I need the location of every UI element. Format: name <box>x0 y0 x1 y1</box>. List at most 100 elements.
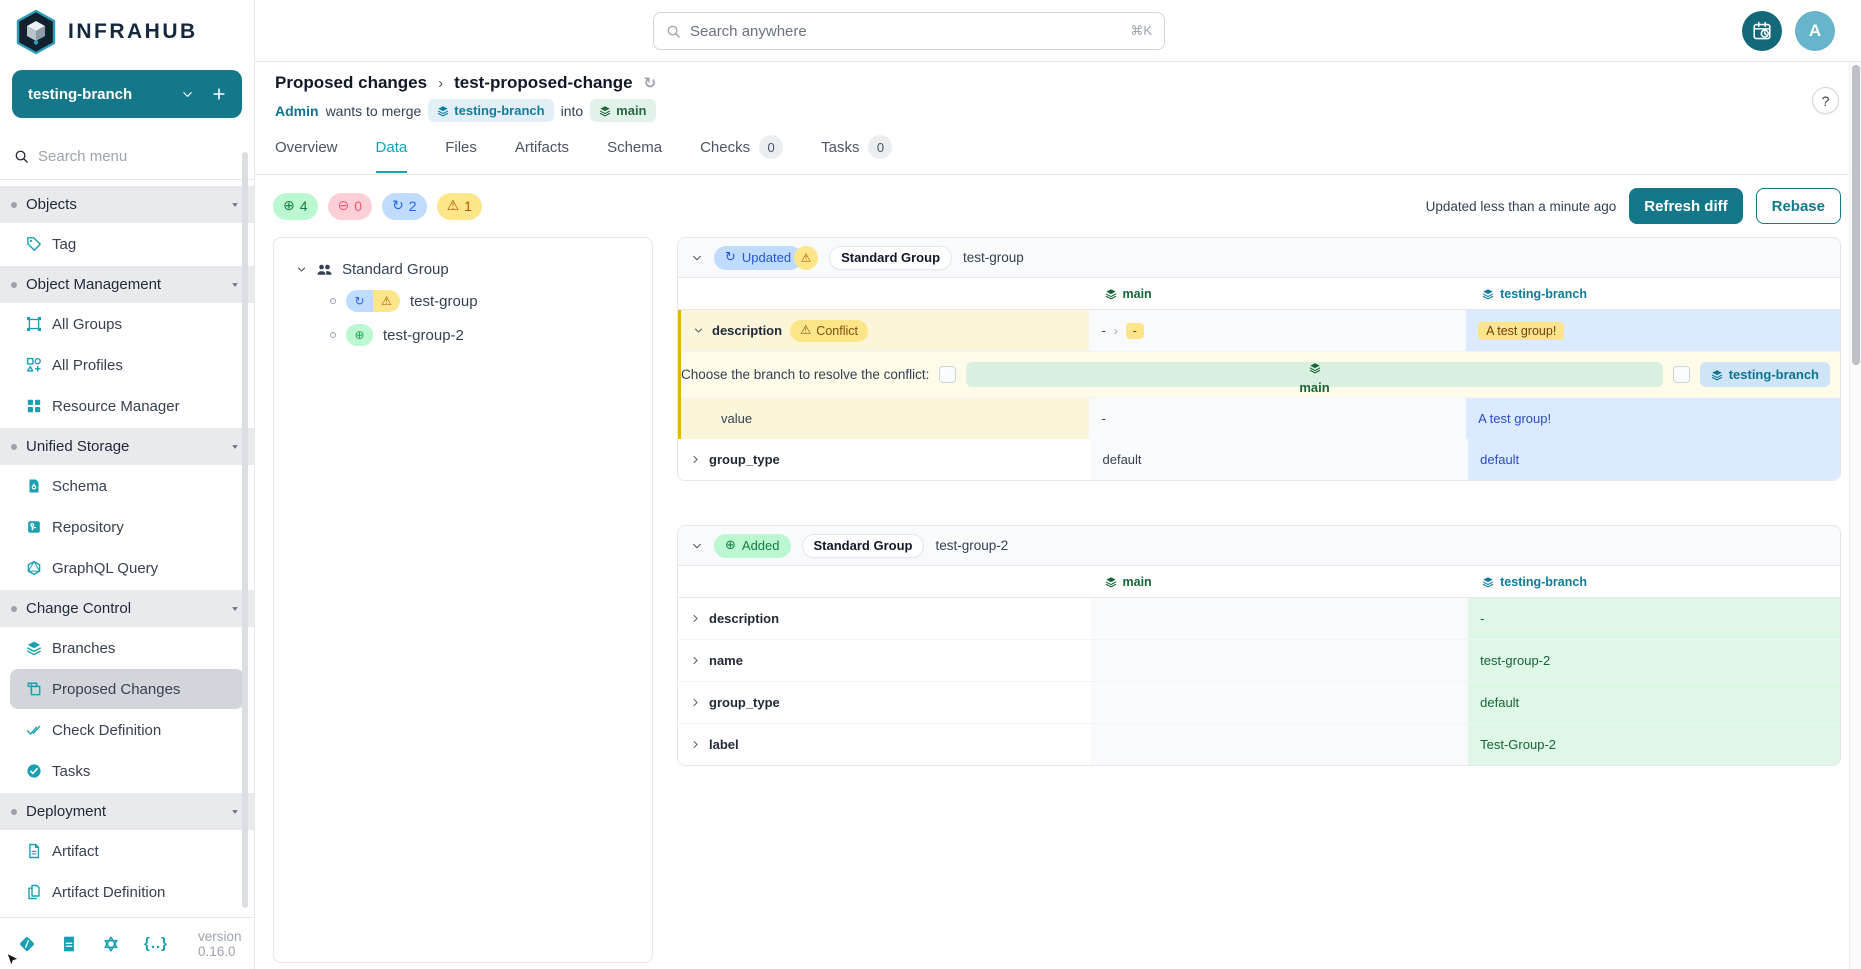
chevron-down-icon[interactable] <box>691 540 703 552</box>
branch-value-cell: default <box>1468 682 1840 723</box>
search-icon <box>666 24 681 39</box>
removed-count-badge: ⊖0 <box>328 193 373 220</box>
chevron-down-icon[interactable] <box>181 88 194 101</box>
profiles-icon <box>26 357 42 373</box>
search-shortcut: ⌘K <box>1130 23 1152 39</box>
chevron-down-icon[interactable] <box>296 264 307 275</box>
sidebar-item-check-definition[interactable]: Check Definition <box>10 710 244 750</box>
section-deployment[interactable]: Deployment <box>0 793 254 830</box>
arrow-icon: › <box>1114 324 1118 338</box>
breadcrumb-separator: › <box>438 75 443 92</box>
sidebar-item-repository[interactable]: Repository <box>10 507 244 547</box>
node-bullet <box>330 298 336 304</box>
diff-card-header[interactable]: ⊕Added Standard Group test-group-2 <box>678 526 1840 566</box>
added-count-badge: ⊕4 <box>273 193 318 220</box>
chevron-right-icon[interactable] <box>690 697 701 708</box>
section-object-management[interactable]: Object Management <box>0 266 254 303</box>
tab-files[interactable]: Files <box>445 135 477 173</box>
property-cell[interactable]: group_type <box>678 439 1091 480</box>
branch-value-cell: A test group! <box>1466 398 1840 439</box>
sidebar-item-tag[interactable]: Tag <box>10 224 244 264</box>
property-cell[interactable]: description ⚠Conflict <box>681 310 1089 351</box>
global-search-input[interactable] <box>690 23 1121 40</box>
property-cell[interactable]: description <box>678 598 1091 639</box>
menu-search-input[interactable] <box>38 148 240 165</box>
tab-checks[interactable]: Checks 0 <box>700 135 783 173</box>
section-objects[interactable]: Objects <box>0 186 254 223</box>
chevron-right-icon[interactable] <box>690 454 701 465</box>
search-icon <box>14 149 29 164</box>
docs-icon[interactable] <box>60 935 78 953</box>
logo[interactable]: INFRAHUB <box>0 0 254 64</box>
property-cell[interactable]: label <box>678 724 1091 765</box>
chevron-right-icon[interactable] <box>690 739 701 750</box>
sidebar-item-artifact-definition[interactable]: Artifact Definition <box>10 872 244 912</box>
property-cell[interactable]: group_type <box>678 682 1091 723</box>
sidebar-scrollbar[interactable] <box>242 152 248 908</box>
author-link[interactable]: Admin <box>275 103 319 119</box>
sidebar-item-resource-manager[interactable]: Resource Manager <box>10 386 244 426</box>
tree-node-test-group-2[interactable]: ⊕ test-group-2 <box>284 318 642 352</box>
scheduler-button[interactable] <box>1742 11 1782 51</box>
branch-icon <box>1105 576 1117 588</box>
chevron-down-icon[interactable] <box>693 325 704 336</box>
infrahub-logo-icon <box>15 9 57 55</box>
help-button[interactable]: ? <box>1812 87 1839 114</box>
chevron-down-icon[interactable] <box>691 252 703 264</box>
resolve-branch-badge[interactable]: testing-branch <box>1700 362 1830 387</box>
section-change-control[interactable]: Change Control <box>0 590 254 627</box>
sidebar-footer: {..} version 0.16.0 <box>0 917 254 969</box>
plus-circle-icon: ⊕ <box>283 199 295 213</box>
column-testing-branch: testing-branch <box>1468 566 1840 597</box>
main-value-cell: - › - <box>1089 310 1466 351</box>
page-scrollbar[interactable] <box>1849 62 1861 969</box>
tab-data[interactable]: Data <box>376 135 408 173</box>
graphql-icon <box>26 560 42 576</box>
refresh-icon[interactable]: ↻ <box>644 76 657 91</box>
chevron-down-icon <box>230 442 240 452</box>
tree-node-standard-group[interactable]: Standard Group <box>284 254 642 284</box>
refresh-diff-button[interactable]: Refresh diff <box>1629 188 1742 224</box>
tab-schema[interactable]: Schema <box>607 135 662 173</box>
tab-tasks[interactable]: Tasks 0 <box>821 135 892 173</box>
sidebar-item-artifact[interactable]: Artifact <box>10 831 244 871</box>
sidebar-item-schema[interactable]: Schema <box>10 466 244 506</box>
code-icon[interactable] <box>18 935 36 953</box>
tab-artifacts[interactable]: Artifacts <box>515 135 569 173</box>
tab-bar: Overview Data Files Artifacts Schema Che… <box>275 135 1837 173</box>
breadcrumb-root[interactable]: Proposed changes <box>275 73 427 93</box>
sidebar-item-graphql-query[interactable]: GraphQL Query <box>10 548 244 588</box>
sidebar-item-all-groups[interactable]: All Groups <box>10 304 244 344</box>
tab-overview[interactable]: Overview <box>275 135 338 173</box>
graphql-sandbox-icon[interactable] <box>102 935 120 953</box>
object-name: test-group-2 <box>935 538 1008 553</box>
branch-icon <box>599 105 611 117</box>
diff-card-test-group-2: ⊕Added Standard Group test-group-2 main <box>677 525 1841 766</box>
merge-summary: Admin wants to merge testing-branch into… <box>275 99 1837 122</box>
branch-selector[interactable]: testing-branch <box>12 70 242 118</box>
avatar[interactable]: A <box>1795 11 1835 51</box>
add-branch-icon[interactable] <box>212 87 226 101</box>
diff-card-header[interactable]: ↻Updated ⚠ Standard Group test-group <box>678 238 1840 278</box>
resolve-main-checkbox[interactable] <box>939 366 956 383</box>
property-cell[interactable]: name <box>678 640 1091 681</box>
chevron-right-icon[interactable] <box>690 655 701 666</box>
chevron-right-icon[interactable] <box>690 613 701 624</box>
sidebar-item-branches[interactable]: Branches <box>10 628 244 668</box>
resolve-main-badge[interactable]: main <box>966 362 1662 387</box>
resolve-branch-checkbox[interactable] <box>1673 366 1690 383</box>
sidebar-item-proposed-changes[interactable]: Proposed Changes <box>10 669 244 709</box>
rebase-button[interactable]: Rebase <box>1756 188 1841 224</box>
tree-node-test-group[interactable]: ↻ ⚠ test-group <box>284 284 642 318</box>
section-unified-storage[interactable]: Unified Storage <box>0 428 254 465</box>
api-braces-icon[interactable]: {..} <box>144 935 168 952</box>
warning-icon: ⚠ <box>447 199 460 213</box>
branch-value-cell: A test group! <box>1466 310 1840 351</box>
artifact-icon <box>26 843 42 859</box>
diff-row-description: description - <box>678 598 1840 640</box>
sidebar-item-all-profiles[interactable]: All Profiles <box>10 345 244 385</box>
scrollbar-thumb[interactable] <box>1852 65 1860 365</box>
sidebar-item-tasks[interactable]: Tasks <box>10 751 244 791</box>
diff-row-group-type: group_type default default <box>678 439 1840 480</box>
node-status-badges: ↻ ⚠ <box>346 290 400 312</box>
